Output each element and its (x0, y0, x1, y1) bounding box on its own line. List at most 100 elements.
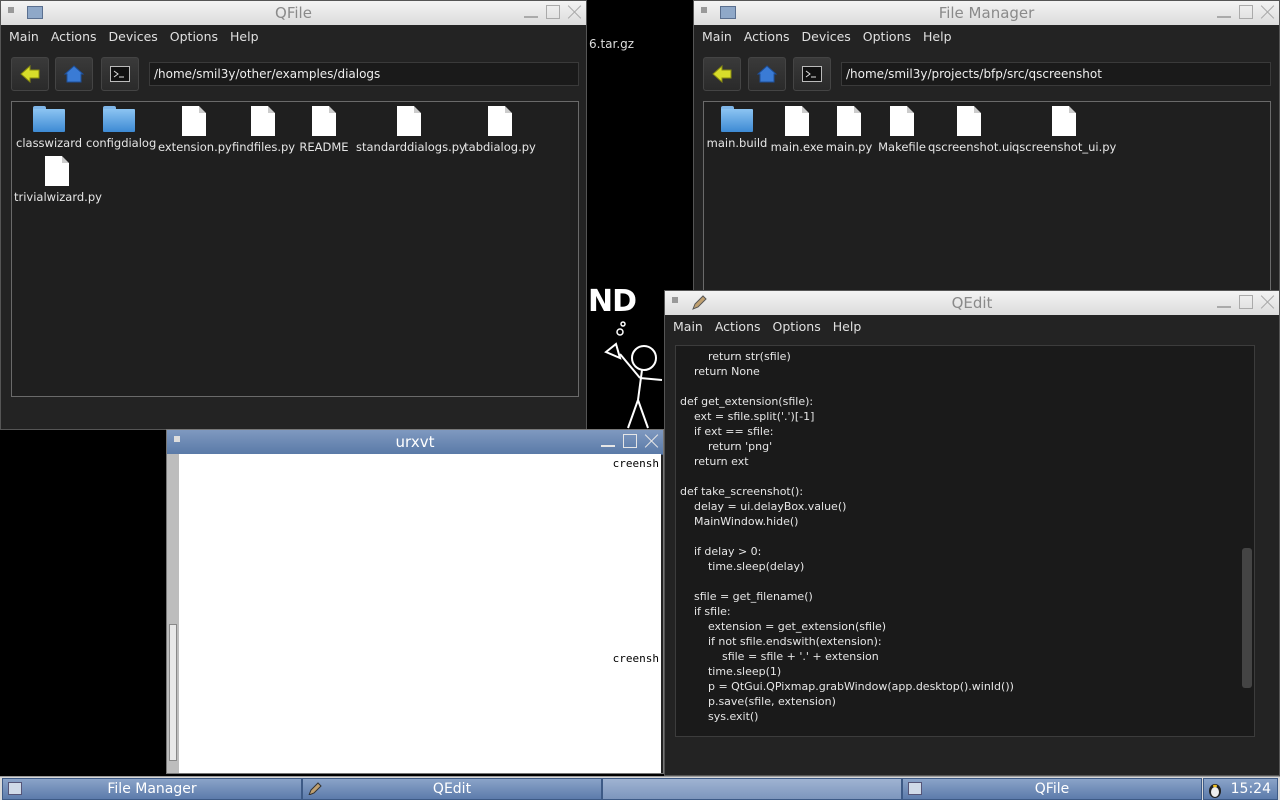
close-icon[interactable] (1259, 293, 1277, 311)
window-menu-icon[interactable] (174, 436, 180, 442)
code-editor[interactable]: return str(sfile) return None def get_ex… (675, 345, 1255, 737)
file-item[interactable]: standarddialogs.py (356, 106, 466, 154)
file-item[interactable]: tabdialog.py (464, 106, 536, 154)
taskbar-item-urxvt[interactable] (602, 778, 902, 800)
file-item[interactable]: main.py (824, 106, 874, 154)
menu-main[interactable]: Main (696, 29, 738, 44)
terminal-button[interactable] (793, 57, 831, 91)
taskbar-item-qedit[interactable]: QEdit (302, 778, 602, 800)
qedit-titlebar[interactable]: QEdit (665, 291, 1279, 316)
menu-actions[interactable]: Actions (738, 29, 796, 44)
menu-options[interactable]: Options (767, 319, 827, 334)
home-button[interactable] (748, 57, 786, 91)
minimize-icon[interactable] (1215, 3, 1233, 21)
maximize-icon[interactable] (621, 432, 639, 450)
qedit-menubar: Main Actions Options Help (665, 315, 1279, 337)
window-menu-icon[interactable] (8, 7, 14, 13)
file-item[interactable]: Makefile (874, 106, 930, 154)
terminal-output[interactable]: creensh creensh (179, 454, 661, 773)
file-item[interactable]: README (296, 106, 352, 154)
menu-help[interactable]: Help (917, 29, 958, 44)
maximize-icon[interactable] (544, 3, 562, 21)
file-icon (182, 106, 206, 136)
file-item[interactable]: qscreenshot.ui (928, 106, 1013, 154)
terminal-line: creensh (612, 652, 659, 665)
qedit-window: QEdit Main Actions Options Help return s… (664, 290, 1280, 776)
pencil-icon (692, 295, 707, 310)
file-item[interactable]: main.exe (770, 106, 824, 154)
file-icon (957, 106, 981, 136)
qfile-titlebar[interactable]: QFile (1, 1, 586, 26)
home-button[interactable] (55, 57, 93, 91)
window-title: QFile (275, 4, 312, 22)
file-item[interactable]: trivialwizard.py (14, 156, 102, 204)
menu-main[interactable]: Main (3, 29, 45, 44)
taskbar-clock[interactable]: 15:24 (1203, 778, 1278, 800)
filemanager-file-list[interactable]: main.build main.exe main.py Makefile qsc… (703, 101, 1271, 291)
home-icon (64, 65, 84, 83)
close-icon[interactable] (1259, 3, 1277, 21)
file-icon (1052, 106, 1076, 136)
menu-actions[interactable]: Actions (45, 29, 103, 44)
filemanager-menubar: Main Actions Devices Options Help (694, 25, 1279, 47)
urxvt-window: urxvt creensh creensh (166, 429, 664, 774)
terminal-scrollbar[interactable] (167, 454, 179, 773)
file-item[interactable]: configdialog (86, 106, 156, 150)
window-title: urxvt (395, 433, 435, 451)
terminal-icon (110, 66, 130, 82)
menu-main[interactable]: Main (667, 319, 709, 334)
menu-devices[interactable]: Devices (103, 29, 164, 44)
taskbar-item-file-manager[interactable]: File Manager (2, 778, 302, 800)
file-manager-app-icon (908, 782, 922, 795)
file-icon (397, 106, 421, 136)
menu-options[interactable]: Options (164, 29, 224, 44)
editor-scrollbar[interactable] (1242, 350, 1252, 732)
qfile-file-list[interactable]: classwizard configdialog extension.py fi… (11, 101, 579, 397)
window-menu-icon[interactable] (672, 297, 678, 303)
pencil-icon (308, 782, 322, 795)
window-menu-icon[interactable] (701, 7, 707, 13)
filemanager-titlebar[interactable]: File Manager (694, 1, 1279, 26)
minimize-icon[interactable] (522, 3, 540, 21)
file-item[interactable]: qscreenshot_ui.py (1012, 106, 1116, 154)
maximize-icon[interactable] (1237, 293, 1255, 311)
qfile-toolbar: /home/smil3y/other/examples/dialogs (1, 49, 586, 99)
file-item[interactable]: findfiles.py (232, 106, 295, 154)
file-icon (251, 106, 275, 136)
filemanager-toolbar: /home/smil3y/projects/bfp/src/qscreensho… (694, 49, 1279, 99)
folder-icon (33, 106, 65, 132)
file-icon (312, 106, 336, 136)
menu-devices[interactable]: Devices (796, 29, 857, 44)
path-input[interactable]: /home/smil3y/projects/bfp/src/qscreensho… (841, 62, 1271, 86)
folder-icon (721, 106, 753, 132)
terminal-button[interactable] (101, 57, 139, 91)
desktop-wallpaper-logo: ND (588, 284, 637, 319)
close-icon[interactable] (643, 432, 661, 450)
minimize-icon[interactable] (599, 432, 617, 450)
file-item[interactable]: classwizard (16, 106, 82, 150)
menu-help[interactable]: Help (827, 319, 868, 334)
taskbar-item-qfile[interactable]: QFile (902, 778, 1202, 800)
path-input[interactable]: /home/smil3y/other/examples/dialogs (149, 62, 579, 86)
tux-icon (1209, 784, 1221, 798)
file-icon (488, 106, 512, 136)
menu-options[interactable]: Options (857, 29, 917, 44)
scrollbar-thumb[interactable] (169, 624, 177, 761)
file-item[interactable]: main.build (706, 106, 768, 150)
back-button[interactable] (703, 57, 741, 91)
desktop-filename-fragment: 6.tar.gz (589, 37, 635, 51)
menu-help[interactable]: Help (224, 29, 265, 44)
maximize-icon[interactable] (1237, 3, 1255, 21)
file-item[interactable]: extension.py (158, 106, 232, 154)
urxvt-titlebar[interactable]: urxvt (167, 430, 663, 455)
back-arrow-icon (20, 65, 40, 83)
menu-actions[interactable]: Actions (709, 319, 767, 334)
scrollbar-thumb[interactable] (1242, 548, 1252, 688)
minimize-icon[interactable] (1215, 293, 1233, 311)
back-button[interactable] (11, 57, 49, 91)
code-text[interactable]: return str(sfile) return None def get_ex… (676, 346, 1254, 724)
file-manager-app-icon (8, 782, 22, 795)
back-arrow-icon (712, 65, 732, 83)
close-icon[interactable] (566, 3, 584, 21)
home-icon (757, 65, 777, 83)
